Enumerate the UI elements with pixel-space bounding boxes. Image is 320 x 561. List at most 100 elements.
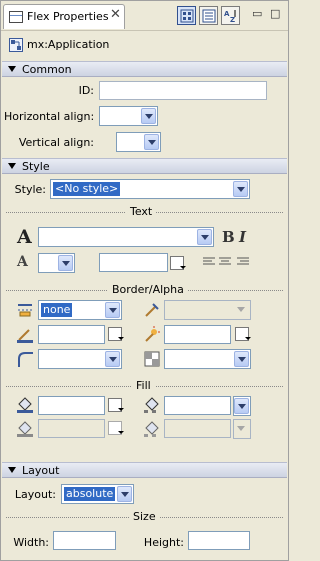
layout-value: absolute bbox=[64, 487, 116, 501]
corner-radius-icon bbox=[18, 352, 33, 367]
vertical-align-select[interactable] bbox=[116, 132, 161, 152]
chevron-down-icon[interactable] bbox=[234, 302, 249, 318]
border-thickness-value bbox=[167, 303, 171, 317]
border-color-swatch[interactable] bbox=[108, 327, 124, 341]
fill-alpha-2-input[interactable] bbox=[164, 419, 231, 438]
font-size-select[interactable] bbox=[38, 253, 75, 273]
id-input[interactable] bbox=[99, 81, 267, 100]
border-alpha-group-label: Border/Alpha bbox=[108, 283, 188, 296]
border-thickness-select[interactable] bbox=[164, 300, 251, 320]
collapse-arrow-icon bbox=[8, 66, 16, 72]
width-input[interactable] bbox=[53, 531, 116, 550]
font-family-icon: A bbox=[17, 226, 32, 248]
chevron-down-icon[interactable] bbox=[234, 351, 249, 367]
chevron-down-icon[interactable] bbox=[197, 229, 212, 245]
chevron-down-icon[interactable] bbox=[58, 255, 73, 271]
fill-alpha-2-select[interactable] bbox=[233, 419, 251, 439]
italic-button[interactable]: I bbox=[239, 228, 246, 246]
chevron-down-icon[interactable] bbox=[105, 351, 120, 367]
collapse-arrow-icon bbox=[8, 163, 16, 169]
horizontal-align-value bbox=[102, 109, 106, 123]
style-section-label: Style bbox=[22, 160, 50, 173]
fill-group-label: Fill bbox=[132, 379, 155, 392]
height-label: Height: bbox=[143, 536, 184, 549]
font-family-select[interactable] bbox=[38, 227, 214, 247]
width-label: Width: bbox=[13, 536, 49, 549]
id-label: ID: bbox=[78, 84, 94, 97]
fill-alpha-2-icon bbox=[144, 421, 159, 437]
alpha-icon bbox=[144, 351, 160, 367]
chevron-down-icon[interactable] bbox=[233, 181, 248, 197]
fill-alpha-icon bbox=[144, 397, 159, 413]
standard-view-button[interactable] bbox=[177, 6, 196, 25]
border-color-input[interactable] bbox=[38, 325, 105, 344]
style-value: <No style> bbox=[53, 182, 121, 196]
font-family-value bbox=[41, 230, 45, 244]
alpha-select[interactable] bbox=[164, 349, 251, 369]
tab-flex-properties[interactable]: Flex Properties ✕ bbox=[3, 4, 125, 29]
svg-text:Z: Z bbox=[230, 16, 235, 23]
corner-radius-select[interactable] bbox=[38, 349, 122, 369]
corner-radius-value bbox=[41, 352, 45, 366]
common-section-header[interactable]: Common bbox=[2, 61, 287, 77]
standard-view-icon bbox=[180, 9, 194, 23]
chevron-down-icon[interactable] bbox=[141, 108, 156, 124]
layout-select[interactable]: absolute bbox=[61, 484, 134, 504]
style-label: Style: bbox=[14, 183, 46, 196]
border-style-value: none bbox=[41, 303, 73, 317]
border-color-icon bbox=[17, 329, 33, 343]
fill-color-input[interactable] bbox=[38, 396, 105, 415]
minimize-icon[interactable]: ▭ bbox=[252, 7, 262, 20]
bold-button[interactable]: B bbox=[222, 228, 235, 246]
chevron-down-icon[interactable] bbox=[105, 302, 120, 318]
corner-color-swatch[interactable] bbox=[235, 327, 251, 341]
horizontal-align-label: Horizontal align: bbox=[4, 110, 95, 123]
border-thickness-icon bbox=[145, 303, 159, 317]
collapse-arrow-icon bbox=[8, 467, 16, 473]
maximize-icon[interactable]: □ bbox=[270, 7, 280, 20]
font-size-value bbox=[41, 256, 45, 270]
fill-color-2-icon bbox=[17, 421, 33, 437]
view-tab-bar: Flex Properties ✕ A Z ▭ □ bbox=[1, 1, 288, 31]
text-color-swatch[interactable] bbox=[170, 256, 186, 270]
fill-alpha-select[interactable] bbox=[233, 396, 251, 416]
component-icon bbox=[9, 38, 23, 52]
chevron-down-icon[interactable] bbox=[117, 486, 132, 502]
chevron-down-icon[interactable] bbox=[144, 134, 159, 150]
border-style-select[interactable]: none bbox=[38, 300, 122, 320]
font-size-icon: A bbox=[17, 254, 28, 270]
common-section-label: Common bbox=[22, 63, 72, 76]
text-group-label: Text bbox=[126, 205, 157, 218]
category-view-icon bbox=[202, 9, 216, 23]
chevron-down-icon[interactable] bbox=[234, 398, 249, 414]
alphabetical-view-button[interactable]: A Z bbox=[221, 6, 240, 25]
corner-color-icon bbox=[145, 326, 160, 342]
fill-alpha-input[interactable] bbox=[164, 396, 231, 415]
layout-section-label: Layout bbox=[22, 464, 60, 477]
border-style-icon bbox=[18, 304, 32, 317]
corner-color-input[interactable] bbox=[164, 325, 231, 344]
layout-label: Layout: bbox=[14, 488, 56, 501]
chevron-down-icon[interactable] bbox=[234, 421, 249, 437]
fill-color-swatch[interactable] bbox=[108, 398, 124, 412]
properties-view-icon bbox=[9, 11, 23, 23]
fill-color-2-input[interactable] bbox=[38, 419, 105, 438]
alpha-value bbox=[167, 352, 171, 366]
category-view-button[interactable] bbox=[199, 6, 218, 25]
fill-color-2-swatch[interactable] bbox=[108, 421, 124, 435]
layout-section-header[interactable]: Layout bbox=[2, 462, 287, 478]
height-input[interactable] bbox=[188, 531, 250, 550]
text-align-icons[interactable] bbox=[203, 256, 251, 268]
style-select[interactable]: <No style> bbox=[50, 179, 250, 199]
component-name: mx:Application bbox=[27, 38, 110, 51]
vertical-align-label: Vertical align: bbox=[18, 136, 94, 149]
sort-az-icon: A Z bbox=[224, 10, 236, 23]
text-color-input[interactable] bbox=[99, 253, 168, 272]
tab-title: Flex Properties bbox=[27, 10, 109, 23]
size-group-label: Size bbox=[129, 510, 160, 523]
fill-color-icon bbox=[17, 397, 33, 413]
horizontal-align-select[interactable] bbox=[99, 106, 158, 126]
style-section-header[interactable]: Style bbox=[2, 158, 287, 174]
close-icon[interactable]: ✕ bbox=[110, 7, 121, 22]
vertical-align-value bbox=[119, 135, 123, 149]
